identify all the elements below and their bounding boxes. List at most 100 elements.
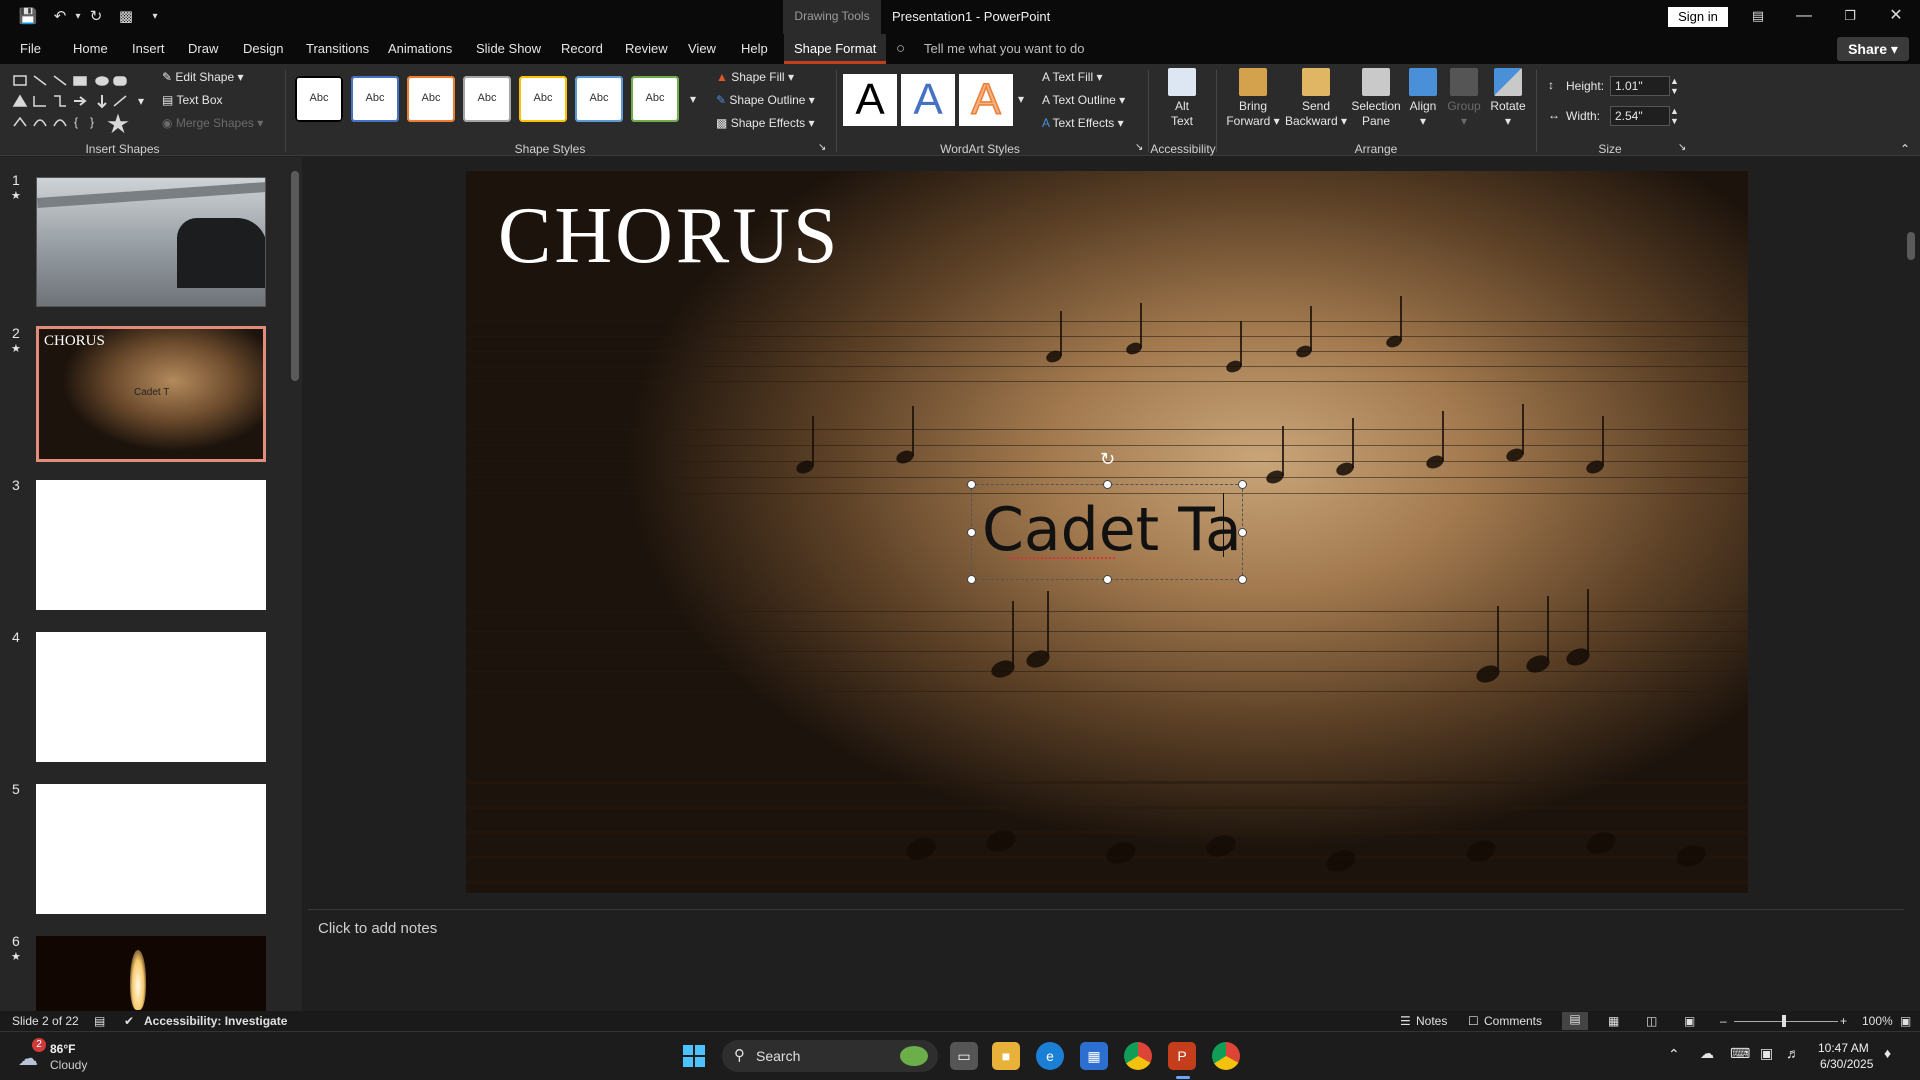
editor-scroll-thumb[interactable] <box>1907 232 1915 260</box>
text-outline-button[interactable]: A Text Outline ▾ <box>1042 93 1125 107</box>
tab-help[interactable]: Help <box>731 34 778 64</box>
tab-design[interactable]: Design <box>233 34 293 64</box>
rotate-button[interactable]: Rotate ▾ <box>1488 68 1528 129</box>
width-input[interactable]: 2.54" <box>1610 106 1670 126</box>
slide-title[interactable]: CHORUS <box>498 191 841 282</box>
height-input[interactable]: 1.01" <box>1610 76 1670 96</box>
save-icon[interactable]: 💾 <box>16 6 40 28</box>
tab-view[interactable]: View <box>678 34 726 64</box>
chrome-profile-icon[interactable] <box>1212 1042 1240 1070</box>
notes-icon[interactable]: ☰ <box>1400 1014 1411 1028</box>
rotate-handle-icon[interactable]: ↻ <box>1100 449 1115 470</box>
resize-handle[interactable] <box>1103 575 1112 584</box>
merge-shapes-button[interactable]: ◉ Merge Shapes ▾ <box>162 116 263 130</box>
accessibility-icon[interactable]: ✔ <box>124 1014 134 1028</box>
comments-icon[interactable]: ☐ <box>1468 1014 1479 1028</box>
weather-widget[interactable]: ☁ 2 <box>18 1038 46 1070</box>
slide-thumbnail-6[interactable] <box>36 936 266 1011</box>
start-from-beginning-icon[interactable]: ▩ <box>114 6 138 28</box>
tab-record[interactable]: Record <box>551 34 613 64</box>
slide-thumbnail-2[interactable]: CHORUS Cadet T <box>36 326 266 462</box>
ribbon-display-icon[interactable]: ▤ <box>1738 4 1778 28</box>
selection-pane-button[interactable]: Selection Pane <box>1350 68 1402 129</box>
wordart-launcher-icon[interactable]: ↘ <box>1135 142 1143 153</box>
shape-style-preset-2[interactable]: Abc <box>351 76 399 122</box>
resize-handle[interactable] <box>967 528 976 537</box>
alt-text-button[interactable]: Alt Text <box>1162 68 1202 129</box>
shape-style-preset-6[interactable]: Abc <box>575 76 623 122</box>
shapes-gallery[interactable]: {} <box>10 70 130 134</box>
task-view-icon[interactable]: ▭ <box>950 1042 978 1070</box>
powerpoint-icon[interactable]: P <box>1168 1042 1196 1070</box>
tab-insert[interactable]: Insert <box>122 34 175 64</box>
wordart-style-blue[interactable]: A <box>901 74 955 126</box>
shape-style-preset-4[interactable]: Abc <box>463 76 511 122</box>
text-box-content[interactable]: Cadet Ta <box>982 495 1242 565</box>
selected-text-box[interactable]: Cadet Ta ↻ <box>967 449 1247 584</box>
tab-draw[interactable]: Draw <box>178 34 228 64</box>
zoom-out-icon[interactable]: – <box>1720 1014 1727 1028</box>
sign-in-button[interactable]: Sign in <box>1668 7 1728 27</box>
reading-view-icon[interactable]: ◫ <box>1646 1014 1657 1028</box>
edit-shape-button[interactable]: ✎ Edit Shape ▾ <box>162 70 243 84</box>
close-button[interactable]: ✕ <box>1876 4 1916 28</box>
chrome-icon[interactable] <box>1124 1042 1152 1070</box>
slide-show-icon[interactable]: ▣ <box>1684 1014 1695 1028</box>
cloud-sync-icon[interactable]: ☁ <box>1700 1045 1714 1062</box>
zoom-slider[interactable] <box>1734 1015 1838 1027</box>
show-hidden-icons[interactable]: ⌃ <box>1668 1046 1680 1063</box>
send-backward-button[interactable]: Send Backward ▾ <box>1284 68 1348 129</box>
text-box-button[interactable]: ▤ Text Box <box>162 93 223 107</box>
width-spinner[interactable]: ▲ ▼ <box>1670 106 1679 126</box>
clock-date[interactable]: 6/30/2025 <box>1820 1057 1873 1071</box>
resize-handle[interactable] <box>967 480 976 489</box>
restore-button[interactable]: ❐ <box>1830 4 1870 28</box>
accessibility-status[interactable]: Accessibility: Investigate <box>144 1014 287 1028</box>
align-button[interactable]: Align ▾ <box>1404 68 1442 129</box>
height-spinner[interactable]: ▲ ▼ <box>1670 76 1679 96</box>
notes-button[interactable]: Notes <box>1416 1014 1447 1028</box>
keyboard-icon[interactable]: ⌨ <box>1730 1045 1750 1062</box>
tab-home[interactable]: Home <box>63 34 118 64</box>
more-shapes-icon[interactable]: ▾ <box>138 94 144 108</box>
notes-placeholder[interactable]: Click to add notes <box>318 920 437 937</box>
spell-check-icon[interactable]: ▤ <box>94 1014 105 1028</box>
normal-view-icon[interactable]: ▤ <box>1562 1012 1588 1030</box>
more-shape-styles-icon[interactable]: ▾ <box>690 92 696 106</box>
tell-me-search[interactable]: Tell me what you want to do <box>924 34 1084 64</box>
shape-fill-button[interactable]: ▲ Shape Fill ▾ <box>716 70 794 84</box>
zoom-level[interactable]: 100% <box>1862 1014 1893 1028</box>
resize-handle[interactable] <box>1103 480 1112 489</box>
slide-sorter-icon[interactable]: ▦ <box>1608 1014 1619 1028</box>
shape-style-preset-1[interactable]: Abc <box>295 76 343 122</box>
zoom-slider-thumb[interactable] <box>1782 1015 1786 1027</box>
bring-forward-button[interactable]: Bring Forward ▾ <box>1222 68 1284 129</box>
shape-style-preset-5[interactable]: Abc <box>519 76 567 122</box>
taskbar-search[interactable]: ⚲ Search <box>722 1040 938 1072</box>
fit-to-window-icon[interactable]: ▣ <box>1900 1014 1911 1028</box>
file-explorer-icon[interactable]: ■ <box>992 1042 1020 1070</box>
slide-thumbnail-1[interactable] <box>36 177 266 307</box>
resize-handle[interactable] <box>1238 528 1247 537</box>
shape-effects-button[interactable]: ▩ Shape Effects ▾ <box>716 116 815 130</box>
network-icon[interactable]: ▣ <box>1760 1045 1773 1062</box>
group-button[interactable]: Group ▾ <box>1444 68 1484 129</box>
shape-style-preset-7[interactable]: Abc <box>631 76 679 122</box>
resize-handle[interactable] <box>1238 480 1247 489</box>
wordart-style-black[interactable]: A <box>843 74 897 126</box>
slide-thumbnail-3[interactable] <box>36 480 266 610</box>
shape-styles-launcher-icon[interactable]: ↘ <box>818 142 826 153</box>
editor-scrollbar[interactable] <box>1904 157 1918 909</box>
notification-bell-icon[interactable]: ♦ <box>1884 1045 1891 1061</box>
store-icon[interactable]: ▦ <box>1080 1042 1108 1070</box>
slides-pane-scrollbar[interactable] <box>288 157 302 1011</box>
comments-button[interactable]: Comments <box>1484 1014 1542 1028</box>
notes-pane[interactable]: Click to add notes <box>308 909 1904 1011</box>
tab-review[interactable]: Review <box>615 34 678 64</box>
text-effects-button[interactable]: A Text Effects ▾ <box>1042 116 1124 130</box>
redo-icon[interactable]: ↻ <box>84 6 108 28</box>
clock-time[interactable]: 10:47 AM <box>1818 1041 1869 1055</box>
wordart-style-orange[interactable]: A <box>959 74 1013 126</box>
size-launcher-icon[interactable]: ↘ <box>1678 142 1686 153</box>
tab-animations[interactable]: Animations <box>378 34 462 64</box>
